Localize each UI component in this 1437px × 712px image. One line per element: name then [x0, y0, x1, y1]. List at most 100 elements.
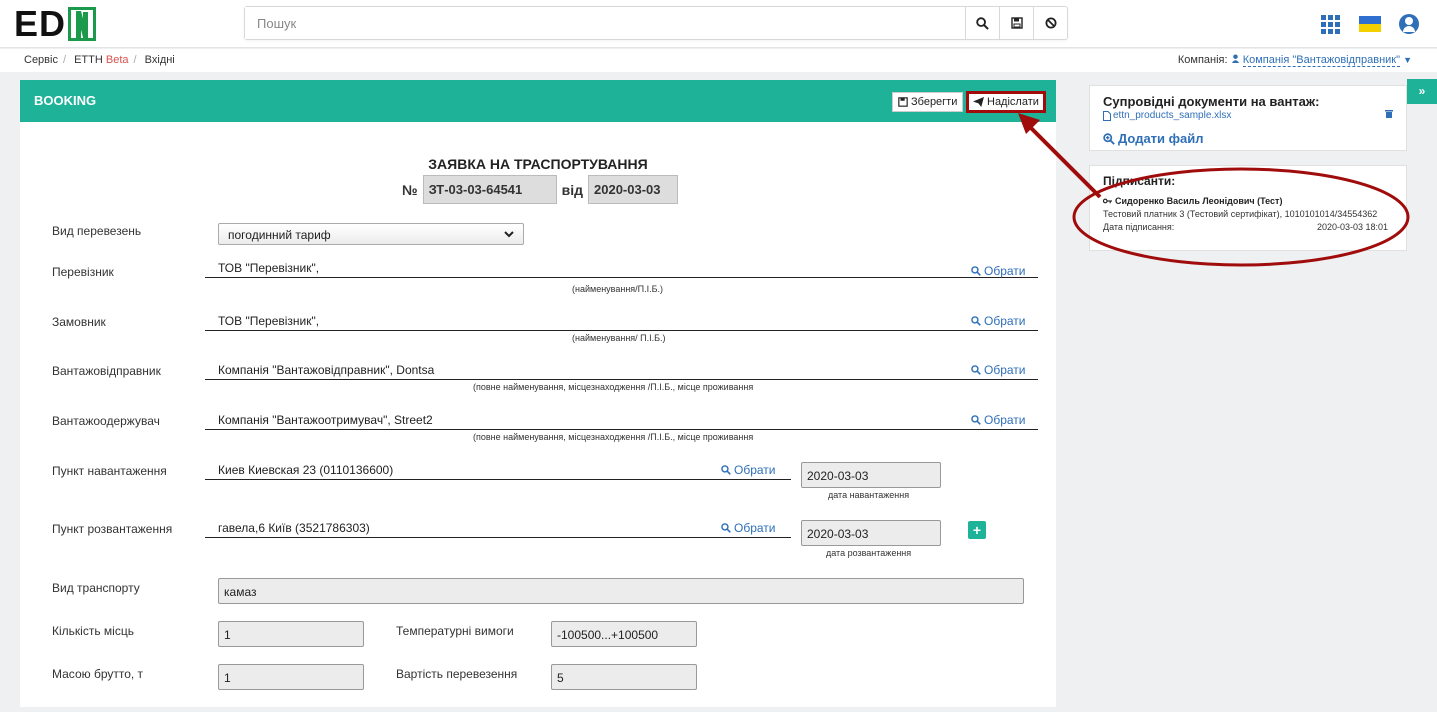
document-number-field: ЗТ-03-03-64541 — [422, 175, 557, 204]
places-count-input[interactable]: 1 — [218, 621, 364, 647]
loading-date-hint: дата навантаження — [828, 490, 910, 500]
send-label: Надіслати — [987, 96, 1039, 108]
search-icon — [976, 16, 989, 30]
chevron-down-icon — [504, 231, 514, 238]
shipper-choose-link[interactable]: Обрати — [971, 363, 1026, 377]
search-button[interactable] — [965, 7, 999, 39]
signers-title: Підписанти: — [1103, 174, 1176, 188]
attachment-file-link[interactable]: ettn_products_sample.xlsx — [1103, 110, 1231, 121]
signer-name: Сидоренко Василь Леонідович (Тест) — [1115, 196, 1283, 206]
signers-card: Підписанти: Сидоренко Василь Леонідович … — [1089, 165, 1407, 251]
carrier-choose-link[interactable]: Обрати — [971, 264, 1026, 278]
search-icon — [971, 266, 981, 276]
add-file-button[interactable]: Додати файл — [1103, 131, 1204, 146]
search-icon — [721, 523, 731, 533]
search-icon — [721, 465, 731, 475]
panel-header: BOOKING Зберегти Надіслати — [20, 80, 1056, 122]
zoom-plus-icon — [1103, 132, 1115, 145]
gross-weight-input[interactable]: 1 — [218, 664, 364, 690]
temperature-label: Температурні вимоги — [396, 624, 514, 638]
company-label: Компанія: — [1177, 54, 1228, 66]
search-input[interactable] — [245, 7, 965, 39]
booking-panel: BOOKING Зберегти Надіслати ЗАЯВКА НА ТРА… — [20, 80, 1056, 707]
send-button[interactable]: Надіслати — [966, 91, 1046, 113]
search-icon — [971, 316, 981, 326]
save-button[interactable]: Зберегти — [892, 92, 964, 112]
file-icon — [1103, 110, 1111, 121]
unloading-date-input[interactable]: 2020-03-03 — [801, 520, 941, 546]
shipper-hint: (повне найменування, місцезнаходження /П… — [473, 382, 754, 392]
places-count-label: Кількість місць — [52, 624, 134, 638]
attachments-title: Супровідні документи на вантаж: — [1103, 94, 1320, 109]
search-icon — [971, 415, 981, 425]
consignee-field[interactable]: Компанія "Вантажоотримувач", Street2 — [205, 410, 1038, 430]
choose-text: Обрати — [984, 314, 1026, 328]
ukraine-flag-icon[interactable] — [1359, 16, 1381, 32]
key-icon — [1103, 198, 1112, 204]
signer-name-row: Сидоренко Василь Леонідович (Тест) — [1103, 196, 1282, 206]
consignee-hint: (повне найменування, місцезнаходження /П… — [473, 432, 754, 442]
user-icon — [1231, 54, 1239, 63]
company-dropdown[interactable]: Компанія "Вантажовідправник" — [1242, 54, 1401, 67]
carrier-field[interactable]: ТОВ "Перевізник", — [205, 258, 1038, 278]
consignee-label: Вантажоодержувач — [52, 414, 160, 428]
collapse-sidebar-button[interactable]: » — [1407, 79, 1437, 104]
unloading-choose-link[interactable]: Обрати — [721, 521, 776, 535]
add-point-button[interactable]: + — [968, 521, 986, 539]
shipper-label: Вантажовідправник — [52, 364, 161, 378]
company-selector: Компанія: Компанія "Вантажовідправник" ▼ — [1177, 54, 1412, 67]
breadcrumb-incoming: Вхідні — [144, 54, 175, 66]
breadcrumb-bar: Сервіс / ЕТТН Beta / Вхідні Компанія: Комп… — [0, 49, 1437, 72]
temperature-input[interactable]: -100500...+100500 — [551, 621, 697, 647]
shipper-field[interactable]: Компанія "Вантажовідправник", Dontsa — [205, 360, 1038, 380]
search-icon — [971, 365, 981, 375]
gross-weight-label: Масою брутто, т — [52, 667, 144, 681]
transport-type-value: погодинний тариф — [228, 228, 331, 242]
choose-text: Обрати — [984, 363, 1026, 377]
loading-point-label: Пункт навантаження — [52, 464, 167, 478]
apps-grid-icon[interactable] — [1321, 15, 1341, 34]
loading-choose-link[interactable]: Обрати — [721, 463, 776, 477]
customer-label: Замовник — [52, 315, 106, 329]
vehicle-type-input[interactable]: камаз — [218, 578, 1024, 604]
breadcrumb-service[interactable]: Сервіс — [24, 54, 58, 66]
unloading-point-field[interactable]: гавела,6 Київ (3521786303) — [205, 518, 791, 538]
beta-badge: Beta — [105, 54, 129, 66]
save-search-button[interactable] — [999, 7, 1033, 39]
edin-logo[interactable]: ED — [14, 3, 97, 44]
add-file-label: Додати файл — [1118, 131, 1204, 146]
caret-down-icon[interactable]: ▼ — [1403, 55, 1412, 65]
floppy-icon — [1010, 17, 1023, 29]
search-bar — [244, 6, 1068, 40]
document-heading: ЗАЯВКА НА ТРАСПОРТУВАННЯ — [428, 156, 648, 172]
loading-point-field[interactable]: Киев Киевская 23 (0110136600) — [205, 460, 791, 480]
customer-choose-link[interactable]: Обрати — [971, 314, 1026, 328]
paper-plane-icon — [973, 97, 984, 107]
unloading-point-label: Пункт розвантаження — [52, 522, 173, 536]
panel-title: BOOKING — [34, 93, 97, 108]
save-label: Зберегти — [911, 96, 958, 108]
choose-text: Обрати — [984, 264, 1026, 278]
transport-type-select[interactable]: погодинний тариф — [218, 223, 524, 245]
clear-search-button[interactable] — [1033, 7, 1067, 39]
transport-type-label: Вид перевезень — [52, 224, 142, 238]
breadcrumb-ettn[interactable]: ЕТТН — [74, 54, 103, 66]
logo-n-mark — [68, 7, 97, 41]
document-date-field: 2020-03-03 — [588, 175, 678, 204]
document-number-row: № ЗТ-03-03-64541 від 2020-03-03 — [402, 175, 678, 204]
choose-text: Обрати — [734, 463, 776, 477]
attachment-file-name: ettn_products_sample.xlsx — [1113, 110, 1232, 121]
logo-text: ED — [14, 3, 67, 44]
consignee-choose-link[interactable]: Обрати — [971, 413, 1026, 427]
trash-icon[interactable] — [1385, 109, 1393, 118]
top-bar: ED — [0, 0, 1437, 48]
choose-text: Обрати — [734, 521, 776, 535]
customer-field[interactable]: ТОВ "Перевізник", — [205, 311, 1038, 331]
customer-hint: (найменування/ П.І.Б.) — [572, 333, 666, 343]
loading-date-input[interactable]: 2020-03-03 — [801, 462, 941, 488]
date-prefix: від — [561, 181, 583, 198]
signing-date-value: 2020-03-03 18:01 — [1316, 222, 1388, 232]
carrier-hint: (найменування/П.І.Б.) — [572, 284, 664, 294]
user-account-icon[interactable] — [1399, 14, 1419, 34]
transport-cost-input[interactable]: 5 — [551, 664, 697, 690]
